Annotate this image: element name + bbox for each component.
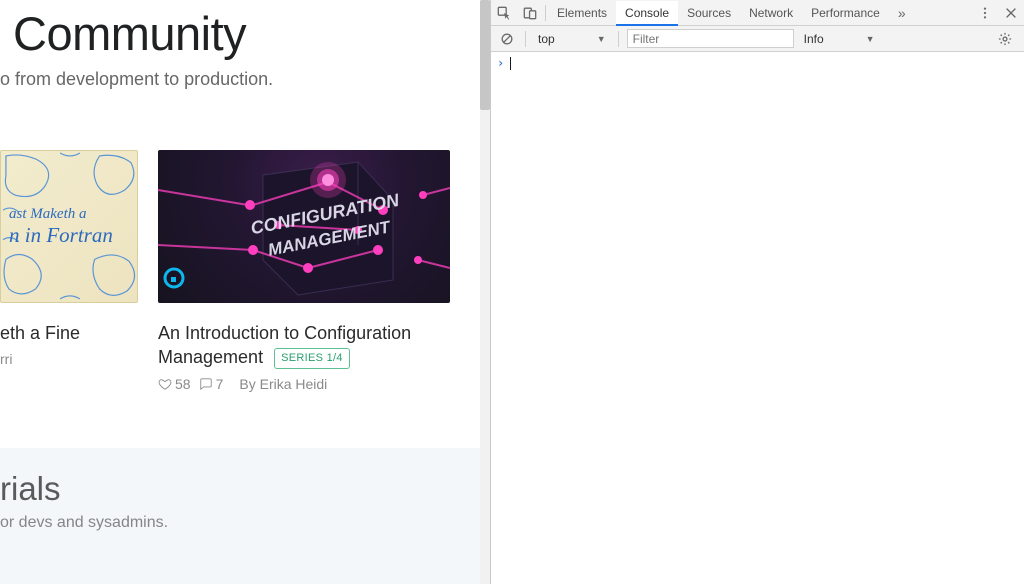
log-level-selector[interactable]: Info ▼ xyxy=(800,29,879,48)
tutorials-title: rials xyxy=(0,470,490,508)
more-tabs-button[interactable]: » xyxy=(889,0,915,26)
context-selector[interactable]: top ▼ xyxy=(534,29,610,48)
kebab-menu-icon[interactable] xyxy=(972,0,998,26)
console-toolbar: top ▼ Info ▼ xyxy=(491,26,1024,52)
separator xyxy=(618,31,619,47)
likes[interactable]: 58 xyxy=(158,376,191,392)
console-prompt-line[interactable]: › xyxy=(497,56,1018,70)
article-thumbnail: CONFIGURATION MANAGEMENT xyxy=(158,150,450,303)
inspect-element-icon[interactable] xyxy=(491,0,517,26)
tutorials-section: rials or devs and sysadmins. xyxy=(0,448,490,584)
comment-icon xyxy=(199,377,213,391)
separator xyxy=(525,31,526,47)
like-count: 58 xyxy=(175,376,191,392)
article-card[interactable]: ast Maketh a n in Fortran eth a Fine rri xyxy=(0,150,138,392)
dropdown-triangle-icon: ▼ xyxy=(597,34,606,44)
tab-elements[interactable]: Elements xyxy=(548,0,616,26)
tab-performance[interactable]: Performance xyxy=(802,0,889,26)
comment-count: 7 xyxy=(216,376,224,392)
page-subtitle: o from development to production. xyxy=(0,69,490,90)
scrollbar-thumb[interactable] xyxy=(480,0,490,110)
close-devtools-icon[interactable] xyxy=(998,0,1024,26)
devtools-panel: Elements Console Sources Network Perform… xyxy=(490,0,1024,584)
article-thumbnail: ast Maketh a n in Fortran xyxy=(0,150,138,303)
dropdown-triangle-icon: ▼ xyxy=(866,34,875,44)
series-badge: SERIES 1/4 xyxy=(274,348,350,369)
device-toolbar-icon[interactable] xyxy=(517,0,543,26)
config-management-illustration: CONFIGURATION MANAGEMENT xyxy=(158,150,450,303)
heart-icon xyxy=(158,377,172,391)
article-card[interactable]: CONFIGURATION MANAGEMENT An Introduction… xyxy=(158,150,450,392)
page-title: Community xyxy=(13,6,490,61)
devtools-tabstrip: Elements Console Sources Network Perform… xyxy=(491,0,1024,26)
tab-network[interactable]: Network xyxy=(740,0,802,26)
separator xyxy=(545,5,546,21)
filter-input[interactable] xyxy=(627,29,794,48)
hero: Community o from development to producti… xyxy=(0,0,490,90)
prompt-chevron-icon: › xyxy=(497,56,504,70)
article-title[interactable]: eth a Fine xyxy=(0,321,138,345)
console-output[interactable]: › xyxy=(491,52,1024,584)
page-scrollbar[interactable] xyxy=(480,0,490,584)
tab-sources[interactable]: Sources xyxy=(678,0,740,26)
article-meta: 58 7 By Erika Heidi xyxy=(158,376,450,392)
webpage-viewport: Community o from development to producti… xyxy=(0,0,490,584)
comments[interactable]: 7 xyxy=(199,376,224,392)
text-caret xyxy=(510,57,511,70)
card-row: ast Maketh a n in Fortran eth a Fine rri xyxy=(0,150,490,392)
thumb-line-2: n in Fortran xyxy=(9,223,113,248)
thumbnail-text: ast Maketh a n in Fortran xyxy=(9,206,113,248)
article-title[interactable]: An Introduction to Configuration Managem… xyxy=(158,321,450,370)
console-settings-icon[interactable] xyxy=(992,26,1018,52)
level-label: Info xyxy=(804,32,824,46)
clear-console-icon[interactable] xyxy=(497,26,517,52)
tab-console[interactable]: Console xyxy=(616,1,678,26)
article-meta: rri xyxy=(0,351,138,367)
thumb-line-1: ast Maketh a xyxy=(9,206,113,223)
context-label: top xyxy=(538,32,555,46)
article-author: By Erika Heidi xyxy=(239,376,327,392)
tutorials-subtitle: or devs and sysadmins. xyxy=(0,514,490,532)
article-author: rri xyxy=(0,351,12,367)
